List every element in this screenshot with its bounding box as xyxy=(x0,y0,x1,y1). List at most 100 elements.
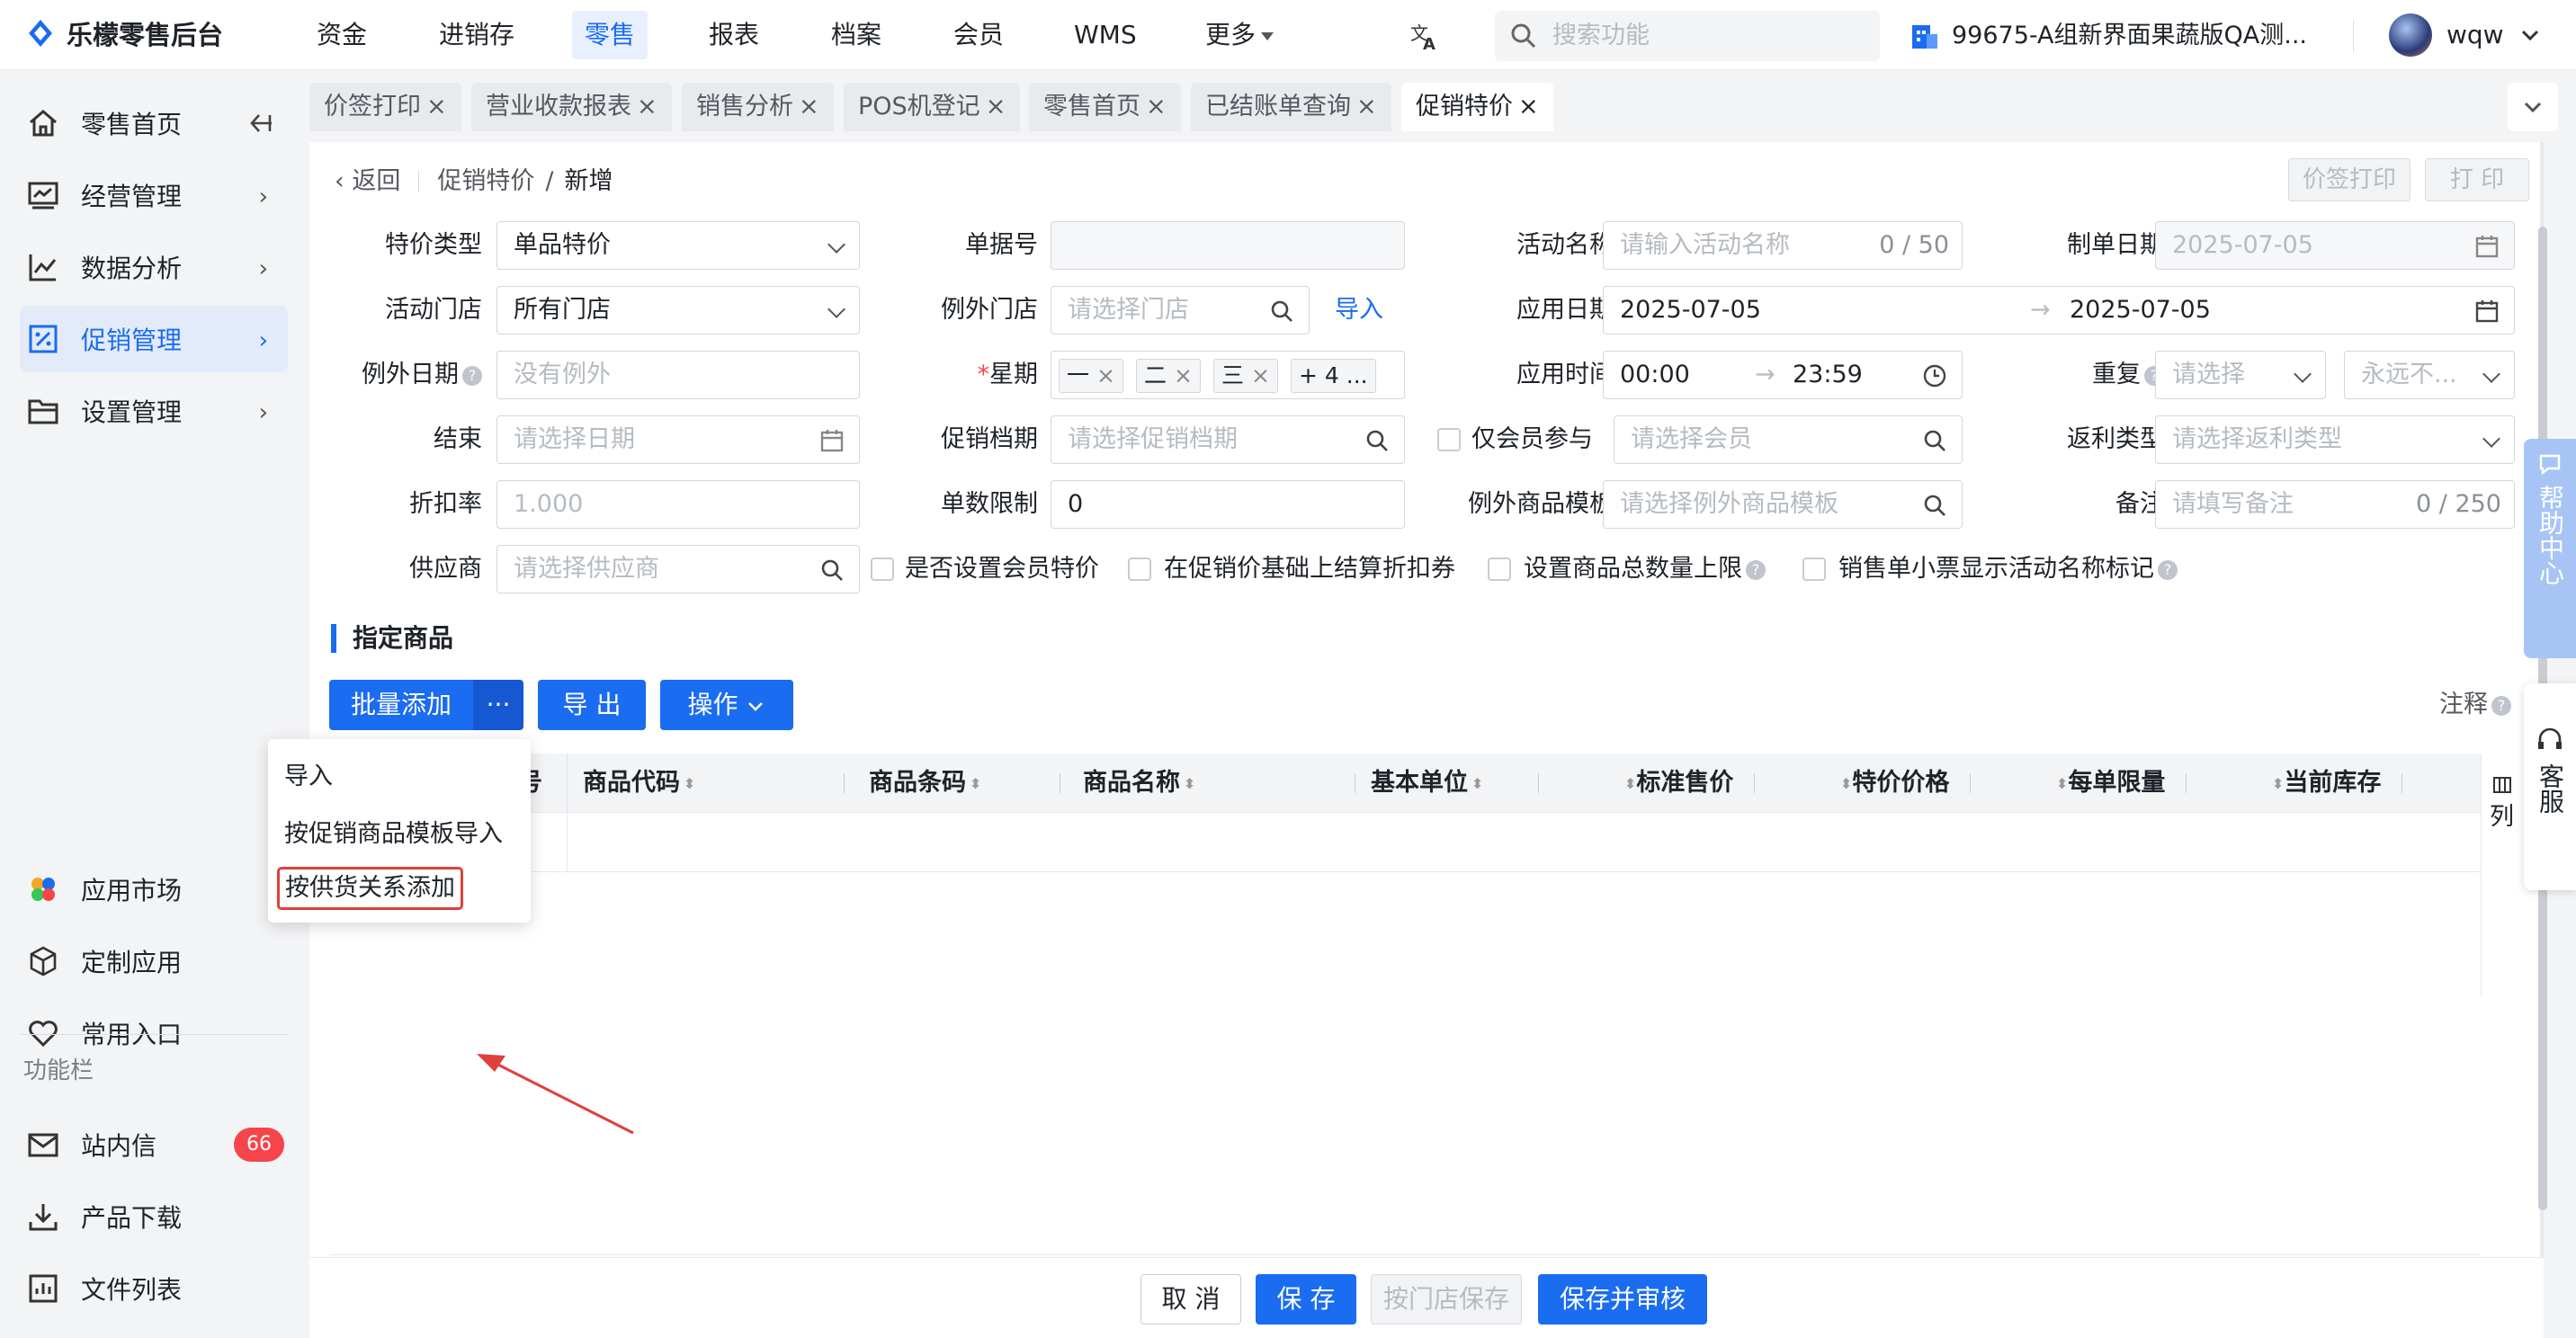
tab-retail-home[interactable]: 零售首页 × xyxy=(1029,83,1181,131)
sidebar-item-messages[interactable]: 站内信 66 xyxy=(20,1111,288,1178)
help-icon[interactable]: ? xyxy=(1746,559,1766,580)
nav-member[interactable]: 会员 xyxy=(941,11,1016,59)
discount-rate-input[interactable]: 1.000 xyxy=(496,480,860,529)
repeat-select[interactable]: 请选择 xyxy=(2155,351,2326,399)
sidebar-item-data-analysis[interactable]: 数据分析 › xyxy=(20,234,288,300)
activity-name-input[interactable]: 请输入活动名称 0 / 50 xyxy=(1603,221,1963,270)
close-icon[interactable]: × xyxy=(1174,362,1193,388)
column-header-std-price[interactable]: ⬍标准售价 xyxy=(1621,754,1733,813)
member-price-checkbox[interactable] xyxy=(871,558,894,581)
price-label-print-button[interactable]: 价签打印 xyxy=(2288,158,2411,201)
store-selector[interactable]: 99675-A组新界面果蔬版QA测... xyxy=(1909,16,2307,56)
rebate-type-select[interactable]: 请选择返利类型 xyxy=(2155,415,2515,464)
receipt-mark-checkbox[interactable] xyxy=(1802,558,1826,581)
note-link[interactable]: 注释? xyxy=(2439,680,2511,730)
translate-icon[interactable]: 文A xyxy=(1409,20,1441,52)
export-button[interactable]: 导 出 xyxy=(538,680,646,730)
app-logo[interactable]: 乐檬零售后台 xyxy=(25,14,223,52)
column-header-order-limit[interactable]: ⬍每单限量 xyxy=(2053,754,2165,813)
back-link[interactable]: ‹ 返回 xyxy=(335,162,400,201)
settle-coupon-checkbox[interactable] xyxy=(1128,558,1151,581)
column-header-unit[interactable]: 基本单位 ⬍ xyxy=(1371,754,1483,813)
member-select-input[interactable]: 请选择会员 xyxy=(1614,415,1963,464)
weekday-tag[interactable]: 三 × xyxy=(1213,359,1278,393)
column-header-barcode[interactable]: 商品条码 ⬍ xyxy=(869,754,981,813)
tab-revenue-report[interactable]: 营业收款报表 × xyxy=(471,83,672,131)
menu-item-import[interactable]: 导入 xyxy=(284,754,333,800)
exclude-store-input[interactable]: 请选择门店 xyxy=(1051,286,1310,334)
close-icon[interactable]: × xyxy=(1146,93,1167,120)
exclude-template-input[interactable]: 请选择例外商品模板 xyxy=(1603,480,1963,529)
exclude-date-input[interactable]: 没有例外 xyxy=(496,351,860,399)
nav-inventory[interactable]: 进销存 xyxy=(426,11,527,59)
sidebar-item-downloads[interactable]: 产品下载 xyxy=(20,1183,288,1250)
column-header-name[interactable]: 商品名称 ⬍ xyxy=(1083,754,1195,813)
close-icon[interactable]: × xyxy=(637,93,657,120)
user-menu[interactable]: wqw xyxy=(2389,11,2542,59)
member-only-checkbox[interactable] xyxy=(1437,428,1461,451)
end-date-input[interactable]: 请选择日期 xyxy=(496,415,860,464)
tab-closed-bills[interactable]: 已结账单查询 × xyxy=(1191,83,1391,131)
remark-input[interactable]: 请填写备注 0 / 250 xyxy=(2155,480,2515,529)
menu-item-supply-relation[interactable]: 按供货关系添加 xyxy=(277,867,463,910)
nav-wms[interactable]: WMS xyxy=(1061,11,1149,59)
nav-reports[interactable]: 报表 xyxy=(696,11,772,59)
supplier-input[interactable]: 请选择供应商 xyxy=(496,545,860,593)
menu-item-template-import[interactable]: 按促销商品模板导入 xyxy=(284,811,503,858)
save-button[interactable]: 保 存 xyxy=(1256,1274,1356,1325)
help-icon[interactable]: ? xyxy=(2158,559,2178,580)
tab-sales-analysis[interactable]: 销售分析 × xyxy=(682,83,834,131)
tab-promo-price[interactable]: 促销特价 × xyxy=(1401,83,1553,131)
sidebar-item-custom-apps[interactable]: 定制应用 xyxy=(20,928,288,995)
batch-add-more-button[interactable]: ··· xyxy=(473,680,523,730)
close-icon[interactable]: × xyxy=(1096,362,1115,388)
qty-cap-checkbox[interactable] xyxy=(1488,558,1511,581)
nav-more[interactable]: 更多 xyxy=(1193,11,1286,59)
help-icon[interactable]: ? xyxy=(462,365,482,386)
cancel-button[interactable]: 取 消 xyxy=(1140,1274,1241,1325)
sidebar-item-settings[interactable]: 设置管理 › xyxy=(20,378,288,444)
sidebar-item-retail-home[interactable]: 零售首页 xyxy=(20,90,288,156)
batch-add-button[interactable]: 批量添加 xyxy=(329,680,473,730)
apply-date-range[interactable]: 2025-07-05 → 2025-07-05 xyxy=(1603,286,2515,334)
save-by-store-button[interactable]: 按门店保存 xyxy=(1371,1274,1522,1325)
operations-button[interactable]: 操作 xyxy=(660,680,793,730)
weekday-select[interactable]: 一 × 二 × 三 × + 4 ... xyxy=(1051,351,1405,399)
order-limit-input[interactable]: 0 xyxy=(1051,480,1405,529)
special-type-select[interactable]: 单品特价 xyxy=(496,221,860,270)
nav-retail[interactable]: 零售 xyxy=(572,11,648,59)
close-icon[interactable]: × xyxy=(1356,93,1377,120)
sidebar-item-promotion[interactable]: 促销管理 › xyxy=(20,306,288,372)
nav-archive[interactable]: 档案 xyxy=(818,11,894,59)
save-and-audit-button[interactable]: 保存并审核 xyxy=(1538,1274,1707,1325)
customer-service-button[interactable]: 客服 xyxy=(2524,683,2576,890)
activity-store-select[interactable]: 所有门店 xyxy=(496,286,860,334)
column-header-stock[interactable]: ⬍当前库存 xyxy=(2268,754,2381,813)
tabs-dropdown-button[interactable] xyxy=(2508,83,2558,131)
table-row[interactable]: 1 xyxy=(329,813,2481,872)
sidebar-item-file-list[interactable]: 文件列表 xyxy=(20,1255,288,1322)
tab-pos-register[interactable]: POS机登记 × xyxy=(844,83,1021,131)
close-icon[interactable]: × xyxy=(986,93,1006,120)
close-icon[interactable]: × xyxy=(799,93,819,120)
tab-price-label[interactable]: 价签打印 × xyxy=(309,83,461,131)
weekday-tag[interactable]: 二 × xyxy=(1136,359,1201,393)
print-button[interactable]: 打 印 xyxy=(2425,158,2529,201)
repeat-end-select[interactable]: 永远不... xyxy=(2344,351,2515,399)
column-header-code[interactable]: 商品代码 ⬍ xyxy=(583,754,695,813)
close-icon[interactable]: × xyxy=(1518,93,1539,120)
close-icon[interactable]: × xyxy=(426,93,447,120)
close-icon[interactable]: × xyxy=(1251,362,1270,388)
doc-no-input[interactable] xyxy=(1051,221,1405,270)
promo-period-input[interactable]: 请选择促销档期 xyxy=(1051,415,1405,464)
weekday-tag[interactable]: 一 × xyxy=(1059,359,1123,393)
search-box[interactable]: 搜索功能 xyxy=(1495,11,1880,61)
column-header-special-price[interactable]: ⬍特价价格 xyxy=(1837,754,1949,813)
sidebar-item-app-market[interactable]: 应用市场 xyxy=(20,856,288,923)
help-center-button[interactable]: 帮助中心 xyxy=(2524,439,2576,658)
import-store-link[interactable]: 导入 xyxy=(1335,286,1383,334)
apply-time-range[interactable]: 00:00 → 23:59 xyxy=(1603,351,1963,399)
sidebar-item-operations[interactable]: 经营管理 › xyxy=(20,162,288,228)
collapse-sidebar-icon[interactable] xyxy=(246,110,273,137)
column-settings-button[interactable]: 列 xyxy=(2481,754,2522,996)
